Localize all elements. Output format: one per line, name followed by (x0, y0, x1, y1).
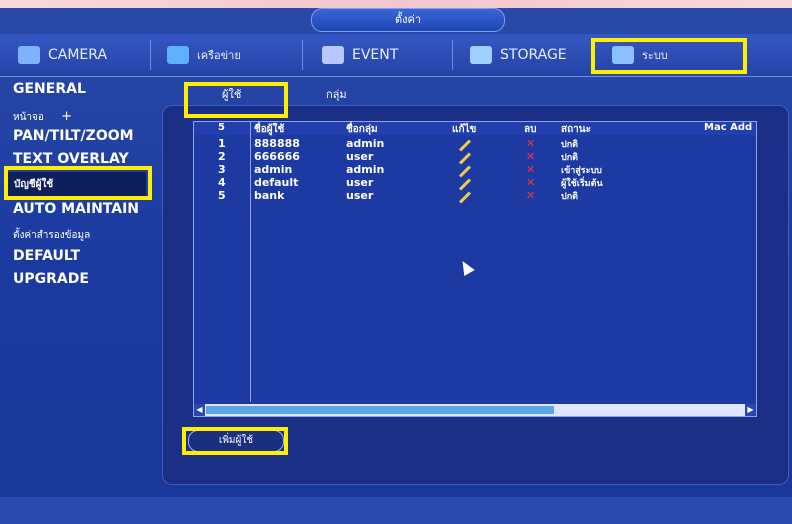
row-username: 666666 (254, 150, 300, 163)
sidebar-item-default[interactable]: DEFAULT (13, 248, 80, 264)
row-num: 2 (218, 150, 226, 163)
row-username: default (254, 176, 299, 189)
col-status: สถานะ (561, 124, 591, 135)
table-row[interactable]: 1 888888 admin ✕ ปกติ (194, 137, 756, 152)
sidebar-item-general[interactable]: GENERAL (13, 81, 86, 97)
user-count: 5 (218, 122, 225, 133)
sidebar-item-ptz[interactable]: PAN/TILT/ZOOM (13, 128, 134, 144)
row-status: ผู้ใช้เริ่มต้น (561, 179, 603, 189)
col-group: ชื่อกลุ่ม (346, 124, 378, 135)
row-username: 888888 (254, 137, 300, 150)
row-status: ปกติ (561, 140, 579, 150)
edit-icon[interactable] (458, 137, 472, 152)
sidebar-item-auto-maintain[interactable]: AUTO MAINTAIN (13, 201, 139, 217)
tab-network[interactable]: เครือข่าย (167, 34, 241, 76)
row-num: 3 (218, 163, 226, 176)
row-group: admin (346, 163, 385, 176)
scroll-right-icon[interactable]: ▶ (745, 404, 756, 416)
storage-icon (470, 46, 492, 64)
tab-event-label: EVENT (352, 47, 399, 63)
row-status: ปกติ (561, 192, 579, 202)
col-delete: ลบ (524, 124, 537, 135)
row-username: admin (254, 163, 293, 176)
window-title: ตั้งค่า (311, 8, 505, 32)
table-row[interactable]: 5 bank user ✕ ปกติ (194, 189, 756, 204)
col-edit: แก้ไข (452, 124, 477, 135)
row-group: user (346, 176, 374, 189)
sidebar-item-display[interactable]: หน้าจอ + (13, 109, 72, 125)
delete-icon[interactable]: ✕ (526, 176, 535, 189)
row-username: bank (254, 189, 285, 202)
table-header: 5 ชื่อผู้ใช้ ชื่อกลุ่ม แก้ไข ลบ สถานะ Ma… (194, 122, 756, 135)
delete-icon[interactable]: ✕ (526, 163, 535, 176)
camera-icon (18, 46, 40, 64)
row-group: user (346, 150, 374, 163)
sidebar-item-upgrade[interactable]: UPGRADE (13, 271, 89, 287)
row-num: 5 (218, 189, 226, 202)
col-username: ชื่อผู้ใช้ (254, 124, 285, 135)
row-group: admin (346, 137, 385, 150)
delete-icon[interactable]: ✕ (526, 150, 535, 163)
subtab-groups[interactable]: กลุ่ม (326, 85, 347, 103)
highlight-tab-system (591, 38, 747, 74)
edit-icon[interactable] (458, 150, 472, 165)
event-icon (322, 46, 344, 64)
edit-icon[interactable] (458, 163, 472, 178)
sidebar-item-display-label: หน้าจอ (13, 112, 44, 123)
user-table: 5 ชื่อผู้ใช้ ชื่อกลุ่ม แก้ไข ลบ สถานะ Ma… (193, 121, 757, 417)
row-num: 4 (218, 176, 226, 189)
highlight-sidebar-account (4, 166, 152, 200)
bottom-bar (0, 497, 792, 524)
table-row[interactable]: 2 666666 user ✕ ปกติ (194, 150, 756, 165)
highlight-subtab-users (184, 82, 288, 118)
top-strip (0, 0, 792, 8)
row-num: 1 (218, 137, 226, 150)
scroll-left-icon[interactable]: ◀ (194, 404, 205, 416)
table-row[interactable]: 3 admin admin ✕ เข้าสู่ระบบ (194, 163, 756, 178)
tab-storage[interactable]: STORAGE (470, 34, 567, 76)
highlight-add-user (182, 427, 288, 455)
col-mac-address: Mac Add (704, 122, 753, 133)
tab-camera-label: CAMERA (48, 47, 108, 63)
row-group: user (346, 189, 374, 202)
tab-event[interactable]: EVENT (322, 34, 398, 76)
row-status: เข้าสู่ระบบ (561, 166, 602, 176)
edit-icon[interactable] (458, 176, 472, 191)
network-icon (167, 46, 189, 64)
edit-icon[interactable] (458, 189, 472, 204)
sidebar-item-text-overlay[interactable]: TEXT OVERLAY (13, 151, 129, 167)
tab-camera[interactable]: CAMERA (18, 34, 107, 76)
tab-storage-label: STORAGE (500, 47, 567, 63)
plus-icon: + (61, 109, 73, 124)
delete-icon[interactable]: ✕ (526, 189, 535, 202)
row-status: ปกติ (561, 153, 579, 163)
tab-network-label: เครือข่าย (197, 49, 241, 62)
table-row[interactable]: 4 default user ✕ ผู้ใช้เริ่มต้น (194, 176, 756, 191)
delete-icon[interactable]: ✕ (526, 137, 535, 150)
horizontal-scrollbar[interactable]: ◀ ▶ (194, 404, 756, 416)
sidebar: GENERAL หน้าจอ + PAN/TILT/ZOOM TEXT OVER… (0, 77, 160, 497)
scroll-thumb[interactable] (206, 406, 554, 414)
sidebar-item-backup-settings[interactable]: ตั้งค่าสำรองข้อมูล (13, 228, 90, 243)
